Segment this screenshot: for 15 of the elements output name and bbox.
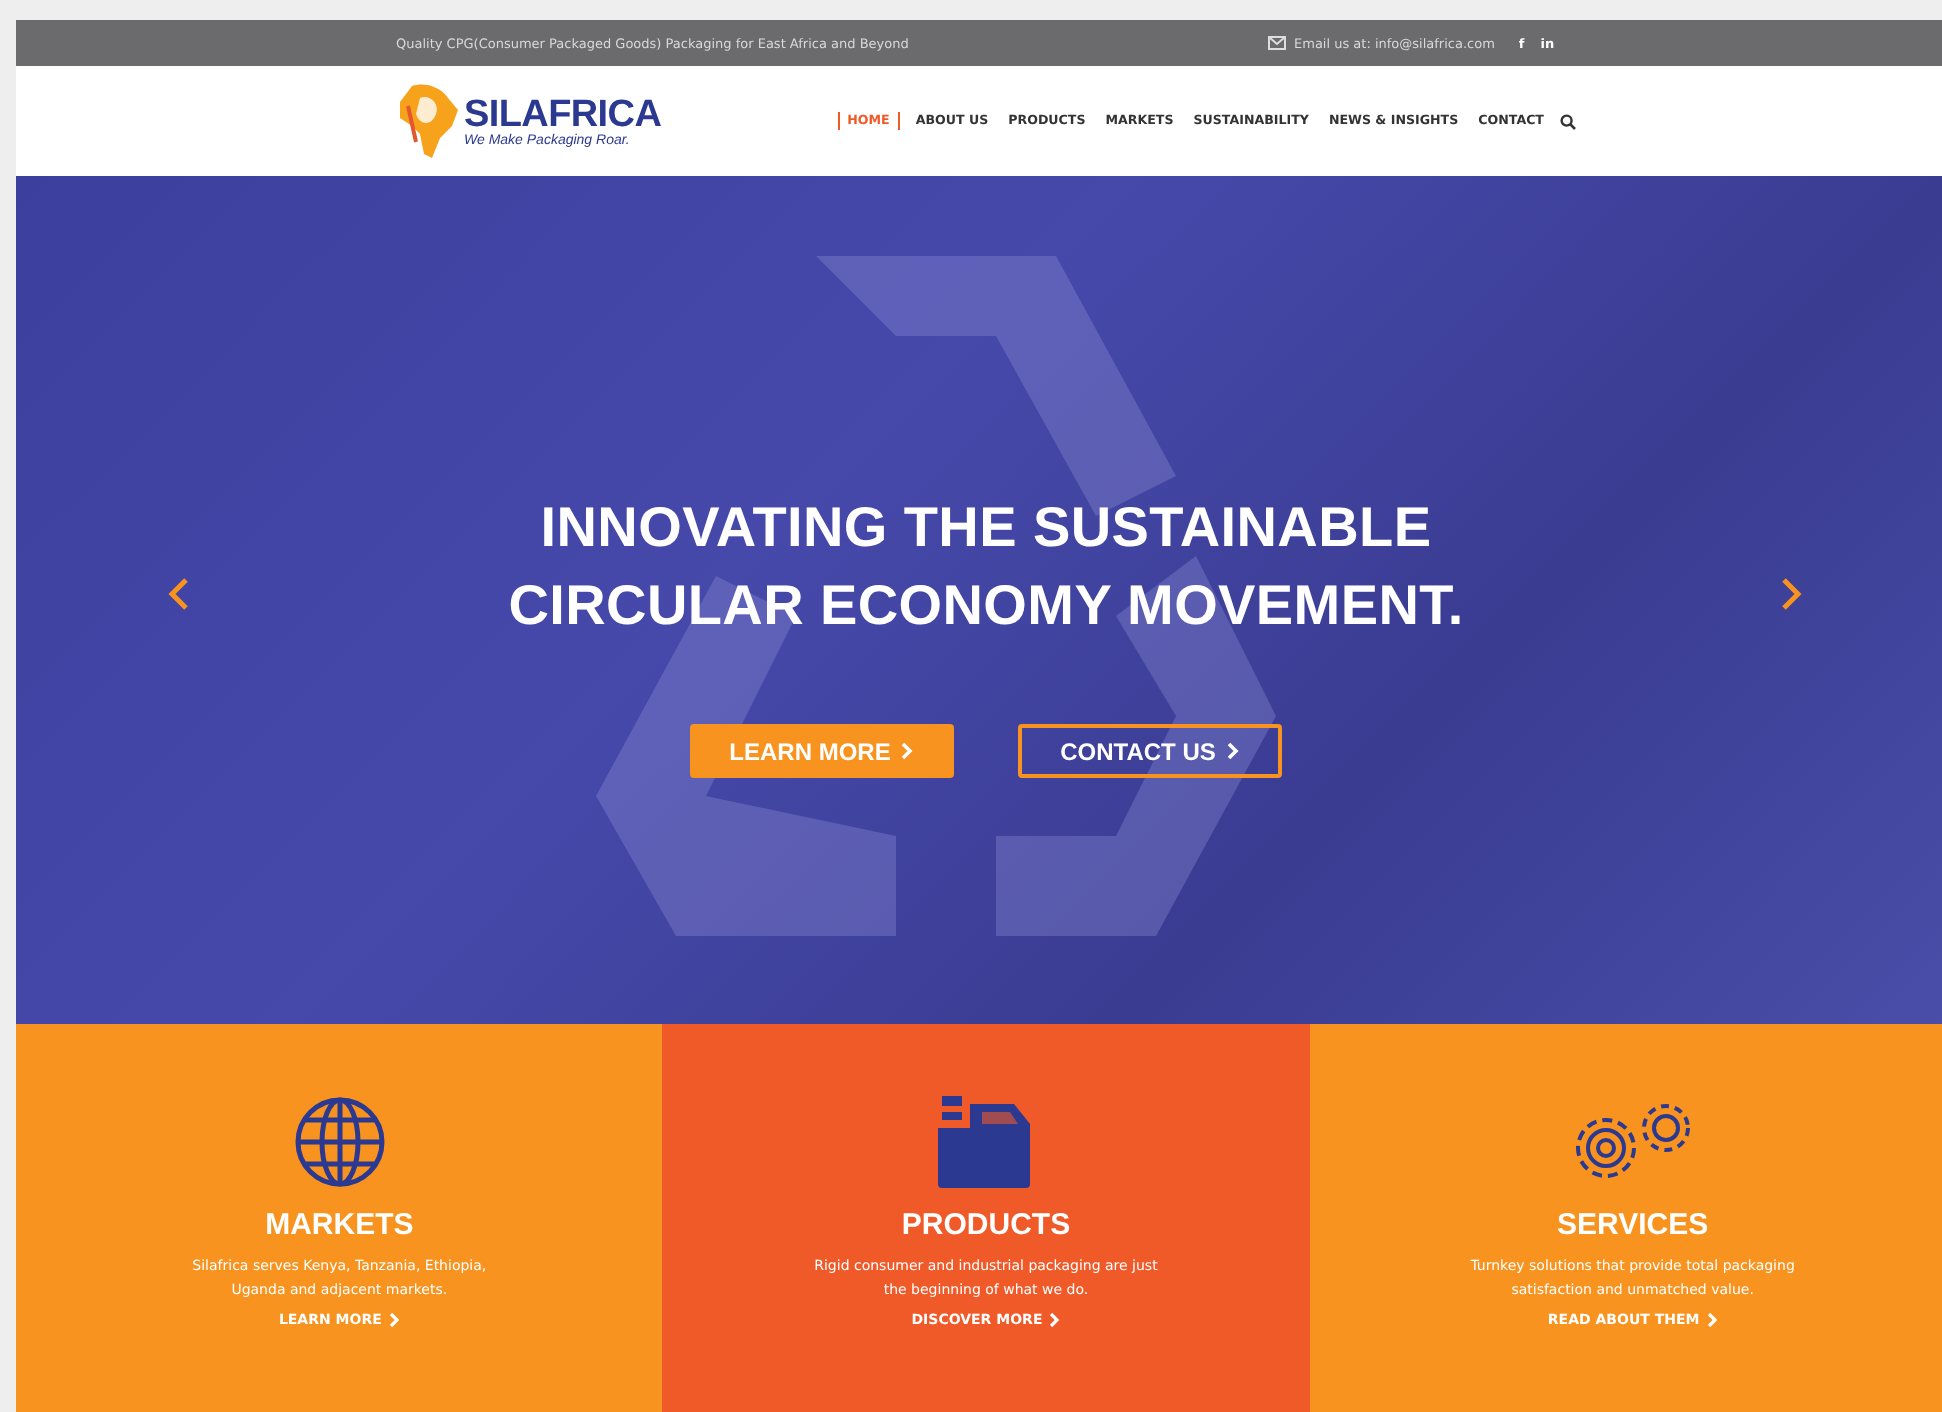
- logo-name[interactable]: SILAFRICA: [464, 95, 662, 133]
- card-title: SERVICES: [1557, 1208, 1709, 1242]
- card-title: PRODUCTS: [901, 1208, 1071, 1242]
- mail-icon: [1268, 36, 1286, 50]
- search-icon[interactable]: [1559, 113, 1576, 129]
- card-title: MARKETS: [265, 1208, 414, 1242]
- contact-button[interactable]: CONTACT US: [1018, 724, 1282, 778]
- chevron-icon: [1225, 742, 1240, 760]
- chevron-icon: [1048, 1312, 1061, 1328]
- globe-icon: [291, 1092, 388, 1192]
- chevron-icon: [900, 742, 915, 760]
- chevron-icon: [1705, 1312, 1718, 1328]
- africa-lion-logo-icon: [396, 81, 460, 161]
- hero-title: INNOVATING THE SUSTAINABLE CIRCULAR ECONOMY MOVEMENT.: [508, 494, 1464, 640]
- chevron-icon: [387, 1312, 400, 1328]
